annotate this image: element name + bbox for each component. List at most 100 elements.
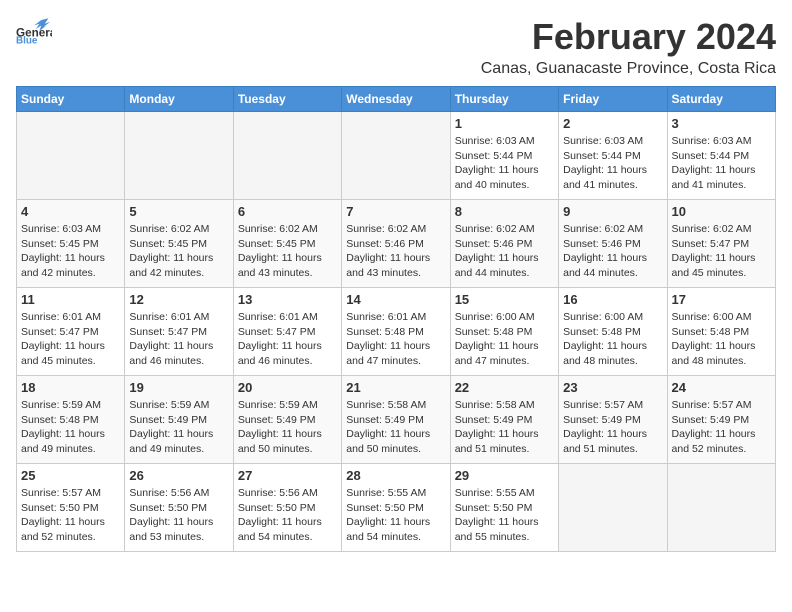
logo-icon: General Blue [16,16,52,44]
day-number: 19 [129,380,228,395]
day-number: 23 [563,380,662,395]
calendar-cell: 18 Sunrise: 5:59 AMSunset: 5:48 PMDayligh… [17,376,125,464]
header-monday: Monday [125,87,233,112]
day-info: Sunrise: 6:01 AMSunset: 5:47 PMDaylight:… [21,310,120,369]
calendar-cell [233,112,341,200]
svg-text:Blue: Blue [16,36,38,45]
calendar-cell: 19 Sunrise: 5:59 AMSunset: 5:49 PMDayligh… [125,376,233,464]
calendar-cell: 17 Sunrise: 6:00 AMSunset: 5:48 PMDayligh… [667,288,775,376]
day-info: Sunrise: 5:57 AMSunset: 5:50 PMDaylight:… [21,486,120,545]
calendar-cell: 5 Sunrise: 6:02 AMSunset: 5:45 PMDaylight… [125,200,233,288]
day-info: Sunrise: 5:56 AMSunset: 5:50 PMDaylight:… [129,486,228,545]
day-info: Sunrise: 5:58 AMSunset: 5:49 PMDaylight:… [346,398,445,457]
location-title: Canas, Guanacaste Province, Costa Rica [481,60,776,78]
day-info: Sunrise: 5:55 AMSunset: 5:50 PMDaylight:… [455,486,554,545]
day-number: 21 [346,380,445,395]
calendar-cell: 26 Sunrise: 5:56 AMSunset: 5:50 PMDayligh… [125,464,233,552]
header-wednesday: Wednesday [342,87,450,112]
calendar-cell: 7 Sunrise: 6:02 AMSunset: 5:46 PMDaylight… [342,200,450,288]
day-number: 17 [672,292,771,307]
day-number: 15 [455,292,554,307]
day-number: 24 [672,380,771,395]
day-info: Sunrise: 6:00 AMSunset: 5:48 PMDaylight:… [563,310,662,369]
calendar-cell: 15 Sunrise: 6:00 AMSunset: 5:48 PMDayligh… [450,288,558,376]
calendar-cell: 29 Sunrise: 5:55 AMSunset: 5:50 PMDayligh… [450,464,558,552]
day-number: 5 [129,204,228,219]
calendar-cell: 28Sunrise: 5:55 AMSunset: 5:50 PMDayligh… [342,464,450,552]
calendar-week-4: 18 Sunrise: 5:59 AMSunset: 5:48 PMDayligh… [17,376,776,464]
day-number: 8 [455,204,554,219]
day-info: Sunrise: 5:58 AMSunset: 5:49 PMDaylight:… [455,398,554,457]
calendar-week-3: 11 Sunrise: 6:01 AMSunset: 5:47 PMDayligh… [17,288,776,376]
calendar-table: SundayMondayTuesdayWednesdayThursdayFrid… [16,86,776,552]
day-info: Sunrise: 6:02 AMSunset: 5:46 PMDaylight:… [346,222,445,281]
day-number: 7 [346,204,445,219]
day-info: Sunrise: 6:01 AMSunset: 5:47 PMDaylight:… [238,310,337,369]
day-info: Sunrise: 5:59 AMSunset: 5:49 PMDaylight:… [129,398,228,457]
calendar-cell [17,112,125,200]
day-number: 29 [455,468,554,483]
day-number: 18 [21,380,120,395]
calendar-cell: 10 Sunrise: 6:02 AMSunset: 5:47 PMDayligh… [667,200,775,288]
calendar-cell: 27 Sunrise: 5:56 AMSunset: 5:50 PMDayligh… [233,464,341,552]
calendar-cell: 9 Sunrise: 6:02 AMSunset: 5:46 PMDaylight… [559,200,667,288]
day-number: 2 [563,116,662,131]
day-info: Sunrise: 6:02 AMSunset: 5:47 PMDaylight:… [672,222,771,281]
day-number: 28 [346,468,445,483]
calendar-cell: 4 Sunrise: 6:03 AMSunset: 5:45 PMDaylight… [17,200,125,288]
day-number: 27 [238,468,337,483]
day-info: Sunrise: 6:03 AMSunset: 5:45 PMDaylight:… [21,222,120,281]
calendar-week-1: 1Sunrise: 6:03 AMSunset: 5:44 PMDaylight… [17,112,776,200]
logo: General Blue [16,16,52,44]
calendar-cell: 23Sunrise: 5:57 AMSunset: 5:49 PMDayligh… [559,376,667,464]
day-number: 16 [563,292,662,307]
day-info: Sunrise: 6:01 AMSunset: 5:47 PMDaylight:… [129,310,228,369]
header-friday: Friday [559,87,667,112]
day-number: 4 [21,204,120,219]
calendar-cell [667,464,775,552]
calendar-cell: 22 Sunrise: 5:58 AMSunset: 5:49 PMDayligh… [450,376,558,464]
day-info: Sunrise: 5:59 AMSunset: 5:48 PMDaylight:… [21,398,120,457]
day-number: 10 [672,204,771,219]
day-info: Sunrise: 6:01 AMSunset: 5:48 PMDaylight:… [346,310,445,369]
day-info: Sunrise: 6:00 AMSunset: 5:48 PMDaylight:… [455,310,554,369]
day-number: 13 [238,292,337,307]
header-tuesday: Tuesday [233,87,341,112]
day-number: 9 [563,204,662,219]
calendar-cell: 12 Sunrise: 6:01 AMSunset: 5:47 PMDayligh… [125,288,233,376]
calendar-cell: 11 Sunrise: 6:01 AMSunset: 5:47 PMDayligh… [17,288,125,376]
calendar-cell: 25 Sunrise: 5:57 AMSunset: 5:50 PMDayligh… [17,464,125,552]
header-saturday: Saturday [667,87,775,112]
calendar-cell: 1Sunrise: 6:03 AMSunset: 5:44 PMDaylight… [450,112,558,200]
day-info: Sunrise: 6:02 AMSunset: 5:46 PMDaylight:… [455,222,554,281]
day-info: Sunrise: 6:02 AMSunset: 5:46 PMDaylight:… [563,222,662,281]
header: General Blue February 2024 Canas, Guanac… [16,16,776,78]
header-sunday: Sunday [17,87,125,112]
day-number: 22 [455,380,554,395]
calendar-cell: 16 Sunrise: 6:00 AMSunset: 5:48 PMDayligh… [559,288,667,376]
day-number: 3 [672,116,771,131]
calendar-week-2: 4 Sunrise: 6:03 AMSunset: 5:45 PMDaylight… [17,200,776,288]
day-info: Sunrise: 5:56 AMSunset: 5:50 PMDaylight:… [238,486,337,545]
day-number: 6 [238,204,337,219]
calendar-cell: 3 Sunrise: 6:03 AMSunset: 5:44 PMDaylight… [667,112,775,200]
calendar-cell: 13 Sunrise: 6:01 AMSunset: 5:47 PMDayligh… [233,288,341,376]
day-info: Sunrise: 6:03 AMSunset: 5:44 PMDaylight:… [672,134,771,193]
day-number: 26 [129,468,228,483]
day-number: 12 [129,292,228,307]
header-thursday: Thursday [450,87,558,112]
day-number: 25 [21,468,120,483]
day-number: 11 [21,292,120,307]
day-info: Sunrise: 6:02 AMSunset: 5:45 PMDaylight:… [129,222,228,281]
calendar-body: 1Sunrise: 6:03 AMSunset: 5:44 PMDaylight… [17,112,776,552]
calendar-cell: 14 Sunrise: 6:01 AMSunset: 5:48 PMDayligh… [342,288,450,376]
day-number: 14 [346,292,445,307]
calendar-cell: 8 Sunrise: 6:02 AMSunset: 5:46 PMDaylight… [450,200,558,288]
calendar-cell: 6Sunrise: 6:02 AMSunset: 5:45 PMDaylight… [233,200,341,288]
calendar-cell: 20Sunrise: 5:59 AMSunset: 5:49 PMDayligh… [233,376,341,464]
calendar-header-row: SundayMondayTuesdayWednesdayThursdayFrid… [17,87,776,112]
calendar-cell: 21 Sunrise: 5:58 AMSunset: 5:49 PMDayligh… [342,376,450,464]
calendar-cell [559,464,667,552]
day-info: Sunrise: 6:00 AMSunset: 5:48 PMDaylight:… [672,310,771,369]
month-title: February 2024 [481,16,776,58]
